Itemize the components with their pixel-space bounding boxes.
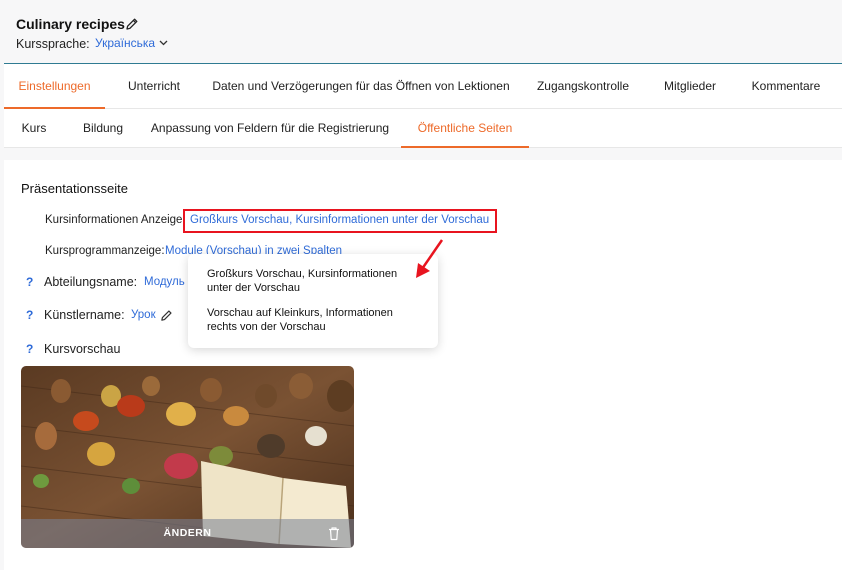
tab-label: Daten und Verzögerungen für das Öffnen v… bbox=[212, 79, 510, 93]
tab-label: Zugangskontrolle bbox=[536, 79, 630, 93]
language-value: Українська bbox=[95, 36, 156, 50]
help-icon[interactable]: ? bbox=[26, 342, 33, 356]
change-image-button[interactable]: ÄNDERN bbox=[21, 519, 354, 548]
tab-label: Bildung bbox=[82, 121, 124, 135]
tab-label: Kurs bbox=[21, 121, 47, 135]
red-arrow-annotation bbox=[416, 239, 444, 278]
sub-tabs: Kurs Bildung Anpassung von Feldern für d… bbox=[4, 109, 842, 148]
tab-label: Unterricht bbox=[127, 79, 180, 93]
highlight-box bbox=[183, 209, 497, 233]
program-display-label: Kursprogrammanzeige: bbox=[45, 245, 165, 257]
pencil-icon[interactable] bbox=[125, 17, 139, 31]
pencil-icon[interactable] bbox=[160, 309, 173, 322]
dropdown-option-small-preview[interactable]: Vorschau auf Kleinkurs, Informationen re… bbox=[207, 306, 417, 334]
course-title: Culinary recipes bbox=[16, 16, 125, 32]
tab-daten-verzoegerungen[interactable]: Daten und Verzögerungen für das Öffnen v… bbox=[208, 64, 514, 108]
help-icon[interactable]: ? bbox=[26, 275, 33, 289]
department-label: Abteilungsname: bbox=[44, 275, 138, 289]
tab-einstellungen[interactable]: Einstellungen bbox=[4, 64, 105, 109]
info-display-label: Kursinformationen Anzeige: bbox=[45, 214, 186, 226]
chevron-down-icon bbox=[159, 40, 168, 46]
tab-unterricht[interactable]: Unterricht bbox=[116, 64, 192, 108]
tab-label: Mitglieder bbox=[663, 79, 717, 93]
tab-label: Öffentliche Seiten bbox=[417, 121, 513, 135]
course-preview-image: ÄNDERN bbox=[21, 366, 354, 548]
subtab-anpassung-felder[interactable]: Anpassung von Feldern für die Registrier… bbox=[150, 109, 390, 147]
info-display-dropdown: Großkurs Vorschau, Kursinformationen unt… bbox=[188, 254, 438, 348]
main-tabs: Einstellungen Unterricht Daten und Verzö… bbox=[4, 64, 842, 109]
dropdown-option-large-preview[interactable]: Großkurs Vorschau, Kursinformationen unt… bbox=[207, 267, 417, 295]
subtab-kurs[interactable]: Kurs bbox=[12, 109, 56, 147]
subtab-oeffentliche-seiten[interactable]: Öffentliche Seiten bbox=[401, 109, 529, 148]
subtab-bildung[interactable]: Bildung bbox=[72, 109, 134, 147]
tab-label: Anpassung von Feldern für die Registrier… bbox=[150, 121, 390, 135]
help-icon[interactable]: ? bbox=[26, 308, 33, 322]
artist-label: Künstlername: bbox=[44, 308, 125, 322]
active-tab-indicator bbox=[401, 146, 529, 148]
trash-icon[interactable] bbox=[327, 526, 341, 541]
preview-action-bar: ÄNDERN bbox=[21, 519, 354, 548]
tab-label: Einstellungen bbox=[18, 79, 91, 93]
preview-label: Kursvorschau bbox=[44, 342, 121, 356]
tab-label: Kommentare bbox=[751, 79, 821, 93]
tab-mitglieder[interactable]: Mitglieder bbox=[653, 64, 727, 108]
section-title: Präsentationsseite bbox=[21, 181, 128, 196]
tab-zugangskontrolle[interactable]: Zugangskontrolle bbox=[528, 64, 638, 108]
language-label: Kurssprache: bbox=[16, 37, 90, 51]
tab-kommentare[interactable]: Kommentare bbox=[744, 64, 828, 108]
department-value[interactable]: Модуль bbox=[144, 276, 185, 288]
language-select[interactable]: Українська bbox=[95, 36, 168, 50]
artist-value[interactable]: Урок bbox=[131, 309, 156, 321]
